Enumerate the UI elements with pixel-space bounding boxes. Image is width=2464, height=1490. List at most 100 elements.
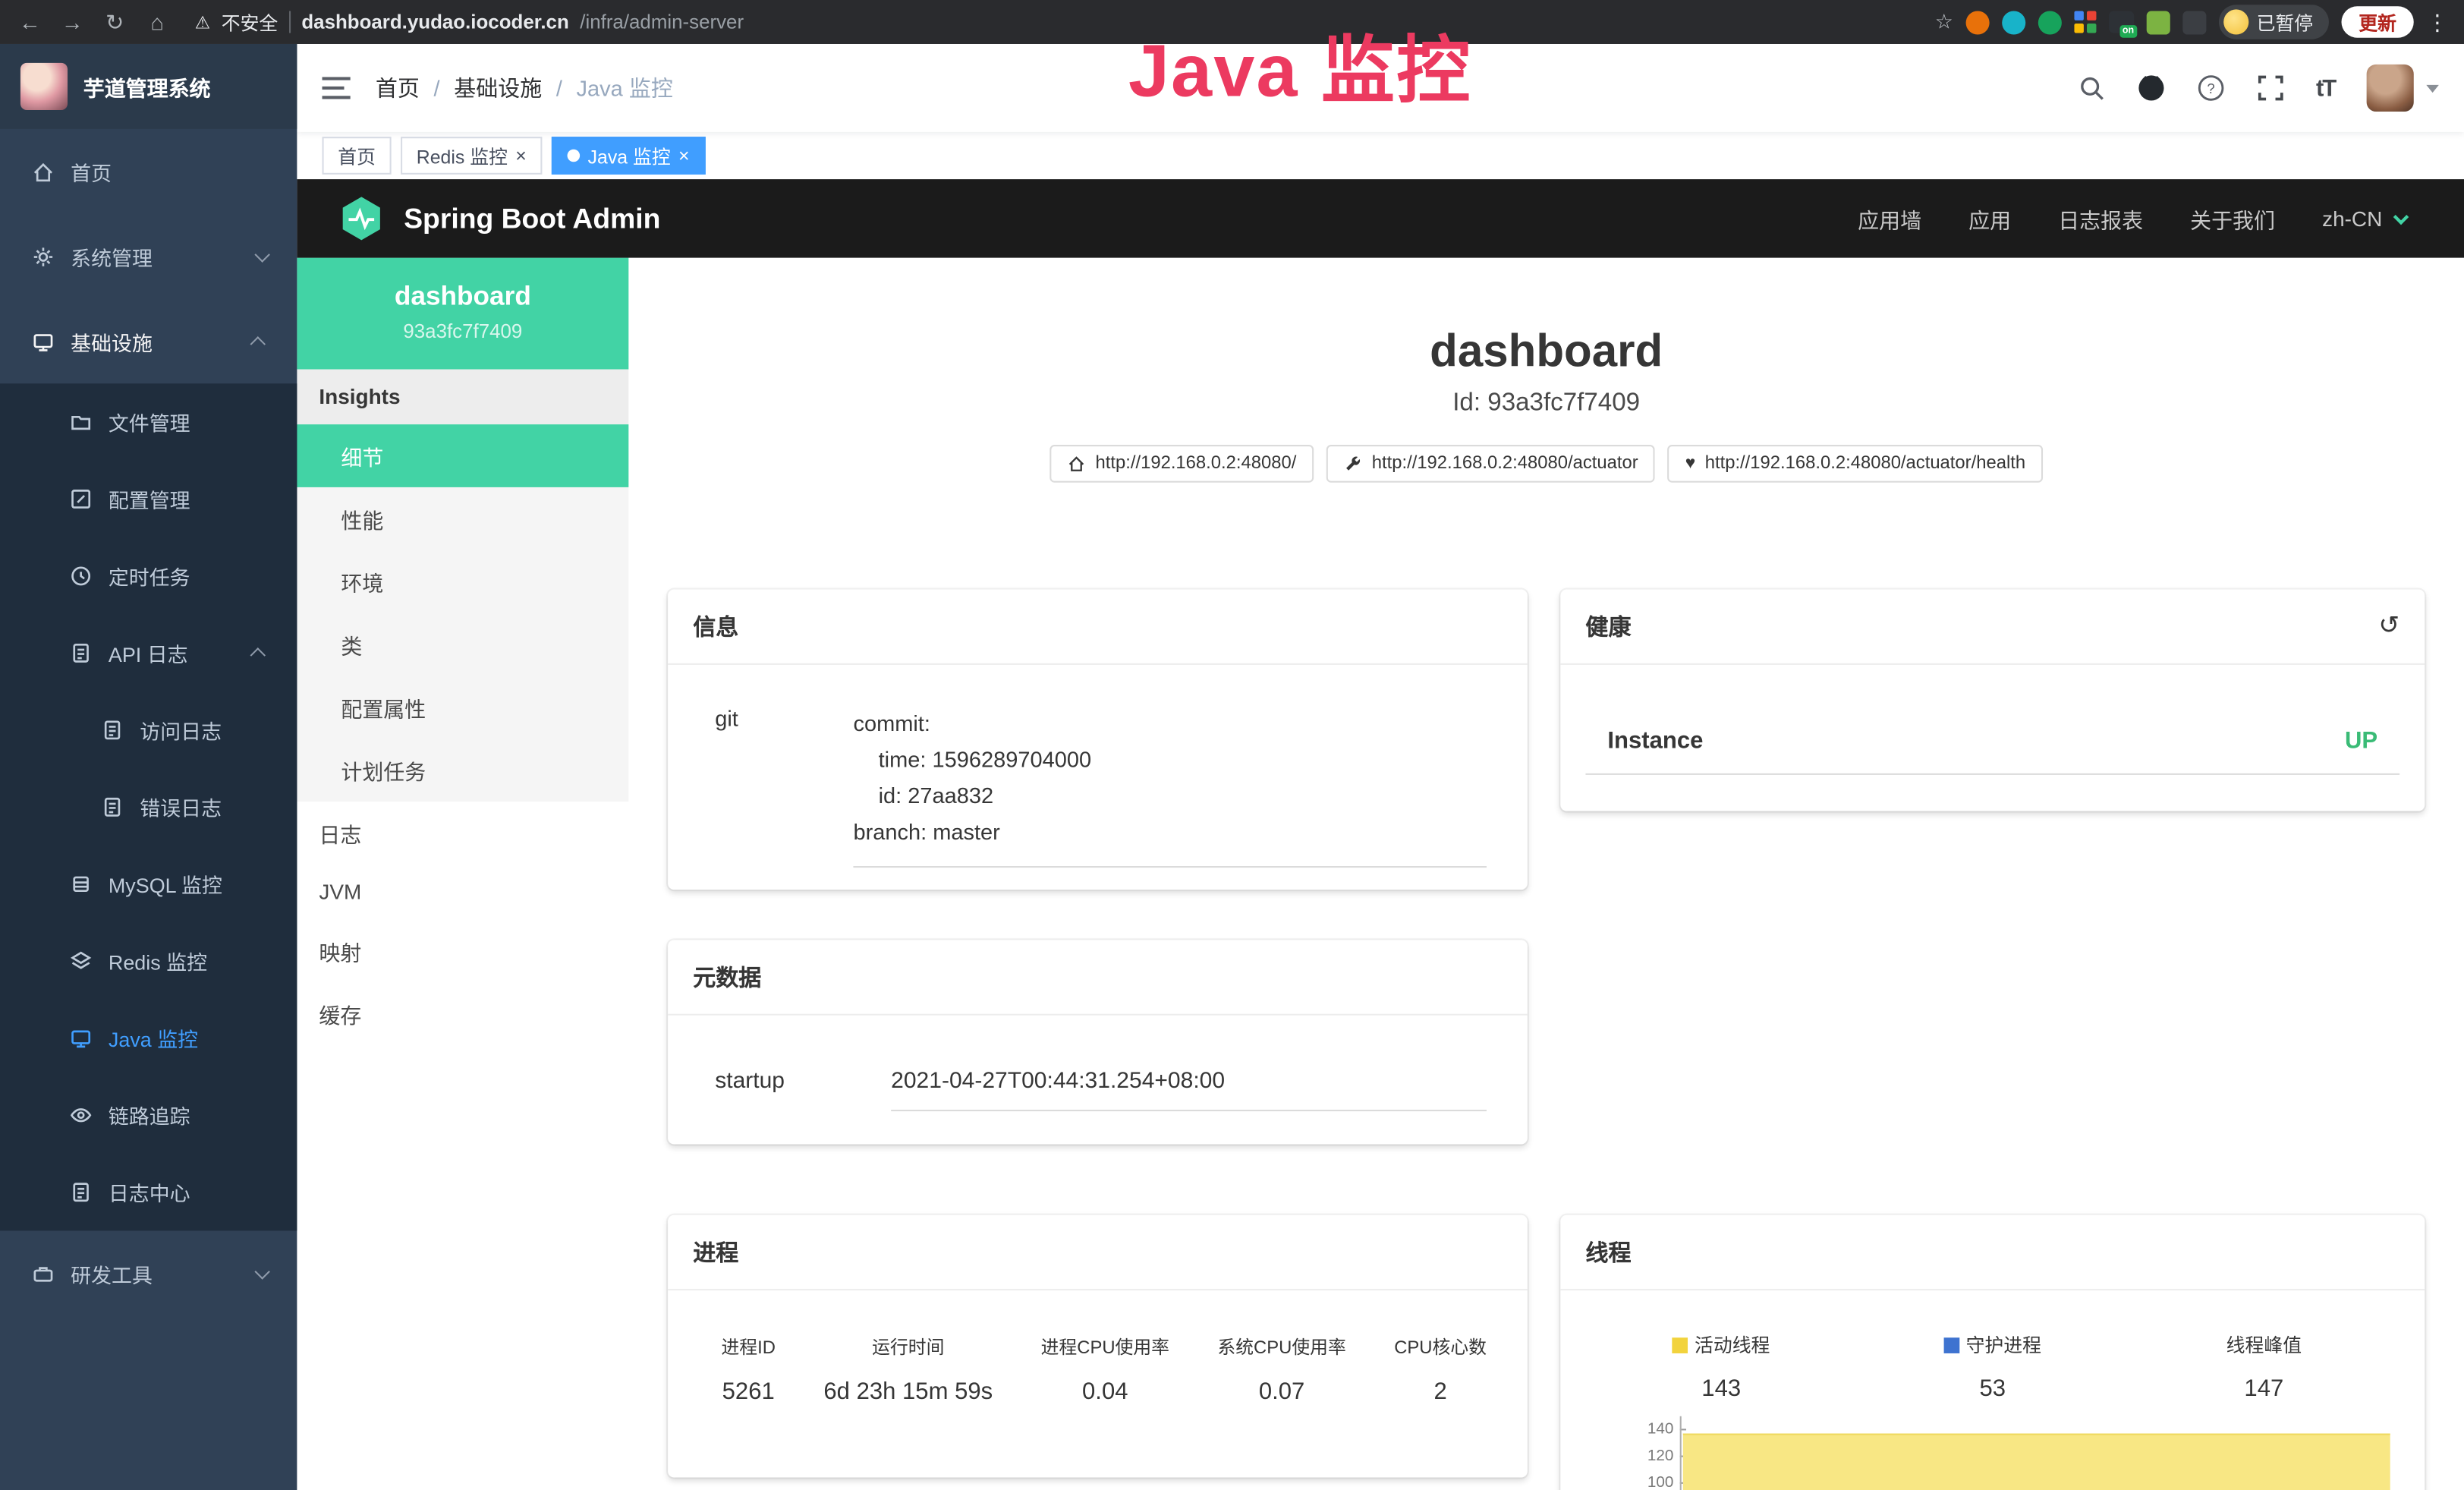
address-separator	[289, 11, 291, 33]
threads-chart: 140 120 100	[1585, 1416, 2399, 1490]
info-card-title: 信息	[693, 610, 738, 642]
sidebar-item-access-logs[interactable]: 访问日志	[0, 691, 297, 768]
extension-icon-teal[interactable]	[2002, 10, 2025, 33]
sidebar-item-home[interactable]: 首页	[0, 129, 297, 214]
sidebar-item-infrastructure[interactable]: 基础设施	[0, 298, 297, 383]
extension-icon-orange[interactable]	[1966, 10, 1990, 33]
close-icon[interactable]: ×	[678, 146, 690, 165]
folder-icon	[69, 410, 93, 433]
sidebar-item-config-management[interactable]: 配置管理	[0, 461, 297, 537]
sidebar-item-log-center[interactable]: 日志中心	[0, 1154, 297, 1230]
hamburger-menu-icon[interactable]	[323, 77, 351, 99]
bookmark-star-icon[interactable]: ☆	[1935, 9, 1953, 34]
tab-java-monitor[interactable]: Java 监控 ×	[552, 137, 705, 175]
info-branch-line: branch: master	[853, 814, 1487, 851]
sba-menu-caches[interactable]: 缓存	[297, 982, 628, 1045]
sba-menu-classes[interactable]: 类	[297, 613, 628, 676]
browser-back-button[interactable]: ←	[16, 9, 44, 34]
browser-menu-icon[interactable]: ⋮	[2426, 8, 2448, 35]
chevron-down-icon	[2393, 209, 2409, 224]
instance-title: dashboard	[628, 327, 2464, 379]
process-col-uptime: 运行时间 6d 23h 15m 59s	[823, 1334, 993, 1405]
font-size-icon[interactable]: tT	[2316, 74, 2335, 101]
search-icon[interactable]	[2077, 74, 2105, 102]
metadata-card: 元数据 startup 2021-04-27T00:44:31.254+08:0…	[668, 940, 1528, 1144]
sba-menu-details[interactable]: 细节	[297, 424, 628, 487]
legend-value: 143	[1585, 1375, 1857, 1402]
process-card-title: 进程	[693, 1236, 738, 1268]
github-icon[interactable]	[2137, 74, 2165, 102]
service-url-button[interactable]: http://192.168.0.2:48080/	[1049, 445, 1314, 483]
process-col-process-cpu: 进程CPU使用率 0.04	[1041, 1334, 1169, 1405]
app-logo[interactable]: 芋道管理系统	[0, 44, 297, 129]
app-logo-avatar	[20, 63, 68, 110]
user-avatar[interactable]	[2367, 65, 2414, 112]
browser-update-button[interactable]: 更新	[2341, 6, 2413, 37]
fullscreen-icon[interactable]	[2256, 74, 2284, 102]
extension-icon-grid[interactable]	[2074, 11, 2096, 33]
legend-label: 活动线程	[1695, 1331, 1770, 1358]
sba-menu-logs[interactable]: 日志	[297, 802, 628, 865]
sidebar-item-api-logs[interactable]: API 日志	[0, 615, 297, 691]
sba-menu-metrics[interactable]: 性能	[297, 487, 628, 550]
info-id-line: id: 27aa832	[853, 778, 1487, 814]
layers-icon	[69, 950, 93, 973]
extension-icon-pin[interactable]	[2182, 10, 2206, 33]
browser-home-button[interactable]: ⌂	[143, 9, 171, 34]
sidebar-item-system-management[interactable]: 系统管理	[0, 214, 297, 299]
sidebar-item-dev-tools[interactable]: 研发工具	[0, 1230, 297, 1315]
browser-reload-button[interactable]: ↻	[101, 8, 129, 35]
legend-value: 147	[2129, 1375, 2400, 1402]
sba-instance-header[interactable]: dashboard 93a3fc7f7409	[297, 258, 628, 370]
sba-menu-scheduled-tasks[interactable]: 计划任务	[297, 739, 628, 802]
paused-label: 已暂停	[2257, 8, 2314, 35]
sidebar-item-redis-monitor[interactable]: Redis 监控	[0, 923, 297, 1000]
actuator-url-button[interactable]: http://192.168.0.2:48080/actuator	[1326, 445, 1656, 483]
sba-nav-wall[interactable]: 应用墙	[1858, 203, 1921, 234]
profile-paused-badge[interactable]: 已暂停	[2219, 5, 2329, 39]
sidebar-item-label: 访问日志	[140, 715, 222, 745]
extension-icon-leaf[interactable]	[2147, 10, 2170, 33]
sba-menu-mappings[interactable]: 映射	[297, 919, 628, 982]
sba-menu-config-props[interactable]: 配置属性	[297, 676, 628, 739]
close-icon[interactable]: ×	[515, 146, 527, 165]
sba-header: Spring Boot Admin 应用墙 应用 日志报表 关于我们 zh-CN	[297, 179, 2464, 258]
sidebar-item-error-logs[interactable]: 错误日志	[0, 769, 297, 846]
health-url-button[interactable]: ♥ http://192.168.0.2:48080/actuator/heal…	[1668, 445, 2043, 483]
tab-home[interactable]: 首页	[323, 137, 392, 175]
breadcrumb-infrastructure[interactable]: 基础设施	[454, 72, 542, 103]
sba-nav-about[interactable]: 关于我们	[2190, 203, 2275, 234]
edit-icon	[69, 487, 93, 511]
browser-forward-button[interactable]: →	[58, 9, 87, 34]
sidebar-item-file-management[interactable]: 文件管理	[0, 383, 297, 460]
instance-url-buttons: http://192.168.0.2:48080/ http://192.168…	[628, 445, 2464, 483]
chevron-up-icon	[250, 647, 266, 663]
extension-icon-switch[interactable]: on	[2109, 11, 2134, 33]
sba-nav-applications[interactable]: 应用	[1968, 203, 2011, 234]
history-icon[interactable]: ↺	[2378, 614, 2399, 639]
info-value-block: commit: time: 1596289704000 id: 27aa832 …	[853, 706, 1487, 868]
sidebar-item-java-monitor[interactable]: Java 监控	[0, 1000, 297, 1076]
sba-language-select[interactable]: zh-CN	[2322, 206, 2404, 230]
extension-icon-green[interactable]	[2038, 10, 2062, 33]
heart-icon: ♥	[1685, 454, 1696, 473]
sba-nav-journal[interactable]: 日志报表	[2058, 203, 2143, 234]
breadcrumb-home[interactable]: 首页	[376, 72, 420, 103]
sidebar-item-scheduled-jobs[interactable]: 定时任务	[0, 537, 297, 614]
sba-menu-environment[interactable]: 环境	[297, 550, 628, 613]
sba-brand-title: Spring Boot Admin	[404, 202, 660, 235]
database-icon	[69, 872, 93, 896]
sidebar-item-mysql-monitor[interactable]: MySQL 监控	[0, 846, 297, 922]
sidebar-item-label: 首页	[71, 156, 112, 186]
legend-label: 线程峰值	[2226, 1331, 2302, 1358]
document-icon	[69, 1180, 93, 1204]
tab-redis-monitor[interactable]: Redis 监控 ×	[401, 137, 542, 175]
y-tick: 120	[1647, 1443, 1680, 1470]
sba-menu-jvm[interactable]: JVM	[297, 865, 628, 919]
address-bar[interactable]: ⚠ 不安全 dashboard.yudao.iocoder.cn/infra/a…	[195, 8, 744, 35]
sidebar-item-tracing[interactable]: 链路追踪	[0, 1076, 297, 1153]
legend-daemon-threads: 守护进程 53	[1857, 1331, 2129, 1402]
wrench-icon	[1343, 454, 1362, 473]
security-warning-label: 不安全	[222, 8, 278, 35]
help-icon[interactable]: ?	[2197, 74, 2225, 102]
